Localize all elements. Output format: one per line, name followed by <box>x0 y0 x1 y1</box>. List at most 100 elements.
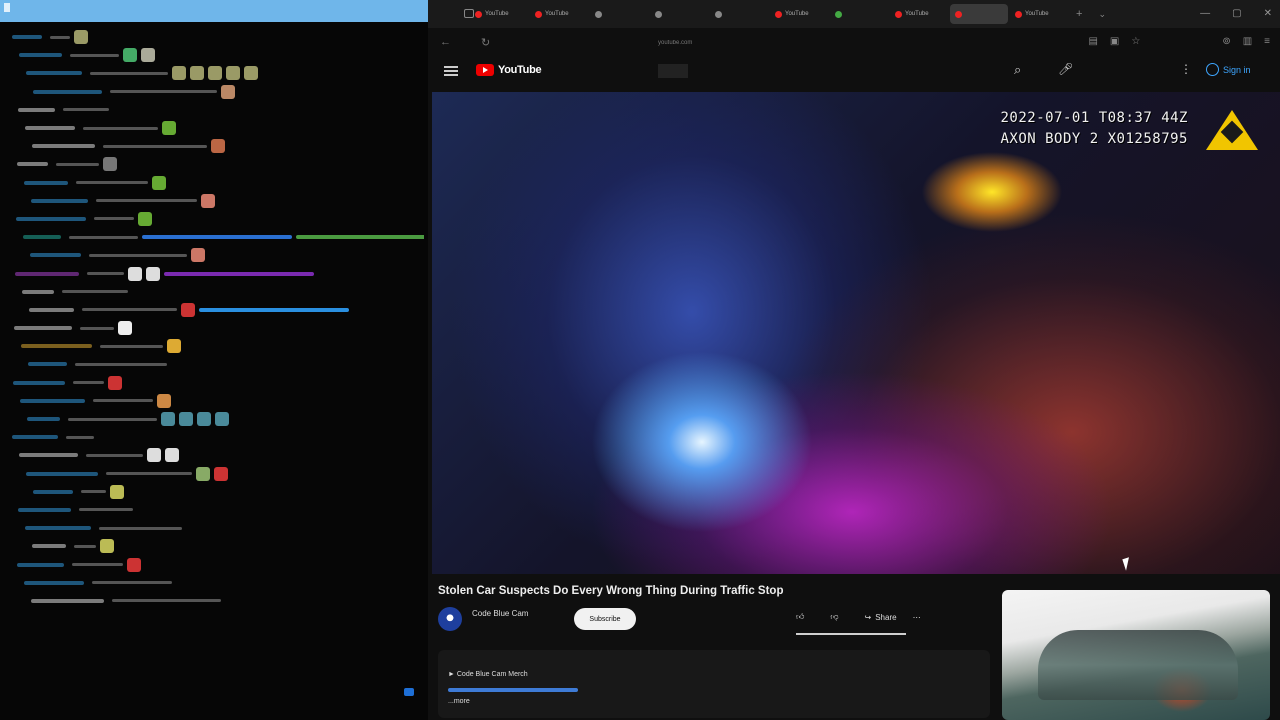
browser-tab[interactable]: YouTube <box>890 4 948 24</box>
chat-message[interactable] <box>8 192 424 210</box>
reader-view-icon[interactable]: ▤ <box>1088 36 1097 47</box>
chat-message[interactable] <box>8 446 424 464</box>
more-actions-button[interactable]: ⋯ <box>913 613 921 622</box>
chat-message[interactable] <box>8 519 424 537</box>
chat-message[interactable] <box>8 501 424 519</box>
app-menu-icon[interactable]: ≡ <box>1264 36 1270 47</box>
chat-message-blur <box>94 217 134 221</box>
browser-tab[interactable] <box>650 4 708 24</box>
search-icon[interactable]: ⌕ <box>1014 62 1021 78</box>
chat-scroll-indicator-icon[interactable] <box>404 688 414 696</box>
browser-tab[interactable]: YouTube <box>770 4 828 24</box>
chat-message[interactable] <box>8 264 424 282</box>
dislike-button[interactable]: 👎︎ <box>824 608 848 626</box>
browser-tab[interactable]: YouTube <box>470 4 528 24</box>
browser-tab[interactable] <box>950 4 1008 24</box>
chat-message[interactable] <box>8 137 424 155</box>
related-video-thumbnail[interactable] <box>1002 590 1270 720</box>
minimize-button[interactable]: — <box>1200 8 1210 19</box>
like-ratio-bar <box>796 633 906 635</box>
chat-message[interactable] <box>8 228 424 246</box>
account-icon <box>1206 63 1219 76</box>
chat-username-blur <box>22 289 54 294</box>
chat-message-list[interactable] <box>0 22 428 610</box>
chat-message[interactable] <box>8 537 424 555</box>
channel-avatar[interactable] <box>438 607 462 631</box>
emote-icon <box>201 193 215 208</box>
merch-label: Code Blue Cam Merch <box>456 671 528 678</box>
browser-tab[interactable] <box>710 4 768 24</box>
chat-message[interactable] <box>8 28 424 46</box>
chat-header-bar[interactable] <box>0 0 428 22</box>
chat-message[interactable] <box>8 301 424 319</box>
sign-in-button[interactable]: Sign in <box>1206 63 1251 76</box>
youtube-header: YouTube ⌕ 🎤︎ ⋮ Sign in <box>428 58 1280 92</box>
emote-icon <box>74 30 88 45</box>
browser-tab[interactable]: YouTube <box>1010 4 1068 24</box>
microphone-icon[interactable]: 🎤︎ <box>1058 62 1073 76</box>
video-player[interactable]: 2022-07-01 T08:37 44Z AXON BODY 2 X01258… <box>432 92 1280 574</box>
extensions-icon[interactable]: ⊚ <box>1222 36 1230 47</box>
tab-dropdown-icon[interactable]: ⌄ <box>1098 9 1106 20</box>
share-button[interactable]: ↪ Share <box>859 609 903 626</box>
more-options-icon[interactable]: ⋮ <box>1180 62 1192 76</box>
drag-handle-icon[interactable] <box>4 3 10 12</box>
subscribe-button[interactable]: Subscribe <box>574 608 636 630</box>
star-icon[interactable]: ☆ <box>1131 36 1140 47</box>
chat-message[interactable] <box>8 574 424 592</box>
url-input[interactable] <box>578 35 818 51</box>
like-button[interactable]: 👍︎ <box>790 608 814 626</box>
hamburger-menu-icon[interactable] <box>444 66 458 76</box>
chat-message[interactable] <box>8 392 424 410</box>
library-icon[interactable]: ▥ <box>1243 36 1252 47</box>
back-button-icon[interactable]: ← <box>440 36 451 49</box>
close-window-button[interactable]: ✕ <box>1264 8 1272 19</box>
new-tab-button[interactable]: + <box>1076 8 1082 20</box>
browser-window: YouTube YouTube YouTube YouTube YouTube + ⌄ … <box>428 0 1280 720</box>
tab-favicon-icon <box>475 10 482 18</box>
chat-message-blur <box>92 581 172 585</box>
chat-message[interactable] <box>8 465 424 483</box>
chat-message[interactable] <box>8 374 424 392</box>
youtube-search-input[interactable] <box>658 64 688 78</box>
bodycam-date-line: 2022-07-01 T08:37 44Z <box>1000 110 1188 126</box>
reload-button-icon[interactable]: ↻ <box>481 36 490 49</box>
description-more[interactable]: ...more <box>448 698 980 711</box>
browser-tab[interactable] <box>830 4 888 24</box>
browser-tab[interactable] <box>590 4 648 24</box>
chat-message[interactable] <box>8 555 424 573</box>
chat-message-blur <box>100 344 163 348</box>
chat-message[interactable] <box>8 592 424 610</box>
emote-icon <box>103 157 117 172</box>
chat-username-blur <box>13 380 65 385</box>
chat-message[interactable] <box>8 64 424 82</box>
chat-message-blur <box>66 435 94 439</box>
chat-message[interactable] <box>8 101 424 119</box>
chat-message[interactable] <box>8 46 424 64</box>
chat-message[interactable] <box>8 337 424 355</box>
description-link[interactable] <box>448 688 578 692</box>
maximize-button[interactable]: ▢ <box>1232 8 1241 19</box>
tab-list-icon[interactable] <box>464 9 474 18</box>
chat-message[interactable] <box>8 155 424 173</box>
bookmark-icon[interactable]: ▣ <box>1110 36 1119 47</box>
chat-message[interactable] <box>8 283 424 301</box>
chat-message[interactable] <box>8 483 424 501</box>
chat-message[interactable] <box>8 210 424 228</box>
chat-message[interactable] <box>8 119 424 137</box>
chat-message[interactable] <box>8 246 424 264</box>
chat-message[interactable] <box>8 319 424 337</box>
chat-message[interactable] <box>8 428 424 446</box>
description-merch-line: ► Code Blue Cam Merch <box>448 671 528 678</box>
chat-message[interactable] <box>8 83 424 101</box>
chat-message[interactable] <box>8 174 424 192</box>
youtube-logo[interactable]: YouTube <box>476 64 542 76</box>
channel-name[interactable]: Code Blue Cam <box>472 609 528 618</box>
chat-username-blur <box>26 471 98 476</box>
chat-message[interactable] <box>8 355 424 373</box>
browser-tab[interactable]: YouTube <box>530 4 588 24</box>
video-description[interactable]: ► Code Blue Cam Merch ...more <box>438 650 990 718</box>
tab-favicon-icon <box>1015 10 1022 18</box>
chat-message[interactable] <box>8 410 424 428</box>
chat-message-blur <box>56 162 99 166</box>
